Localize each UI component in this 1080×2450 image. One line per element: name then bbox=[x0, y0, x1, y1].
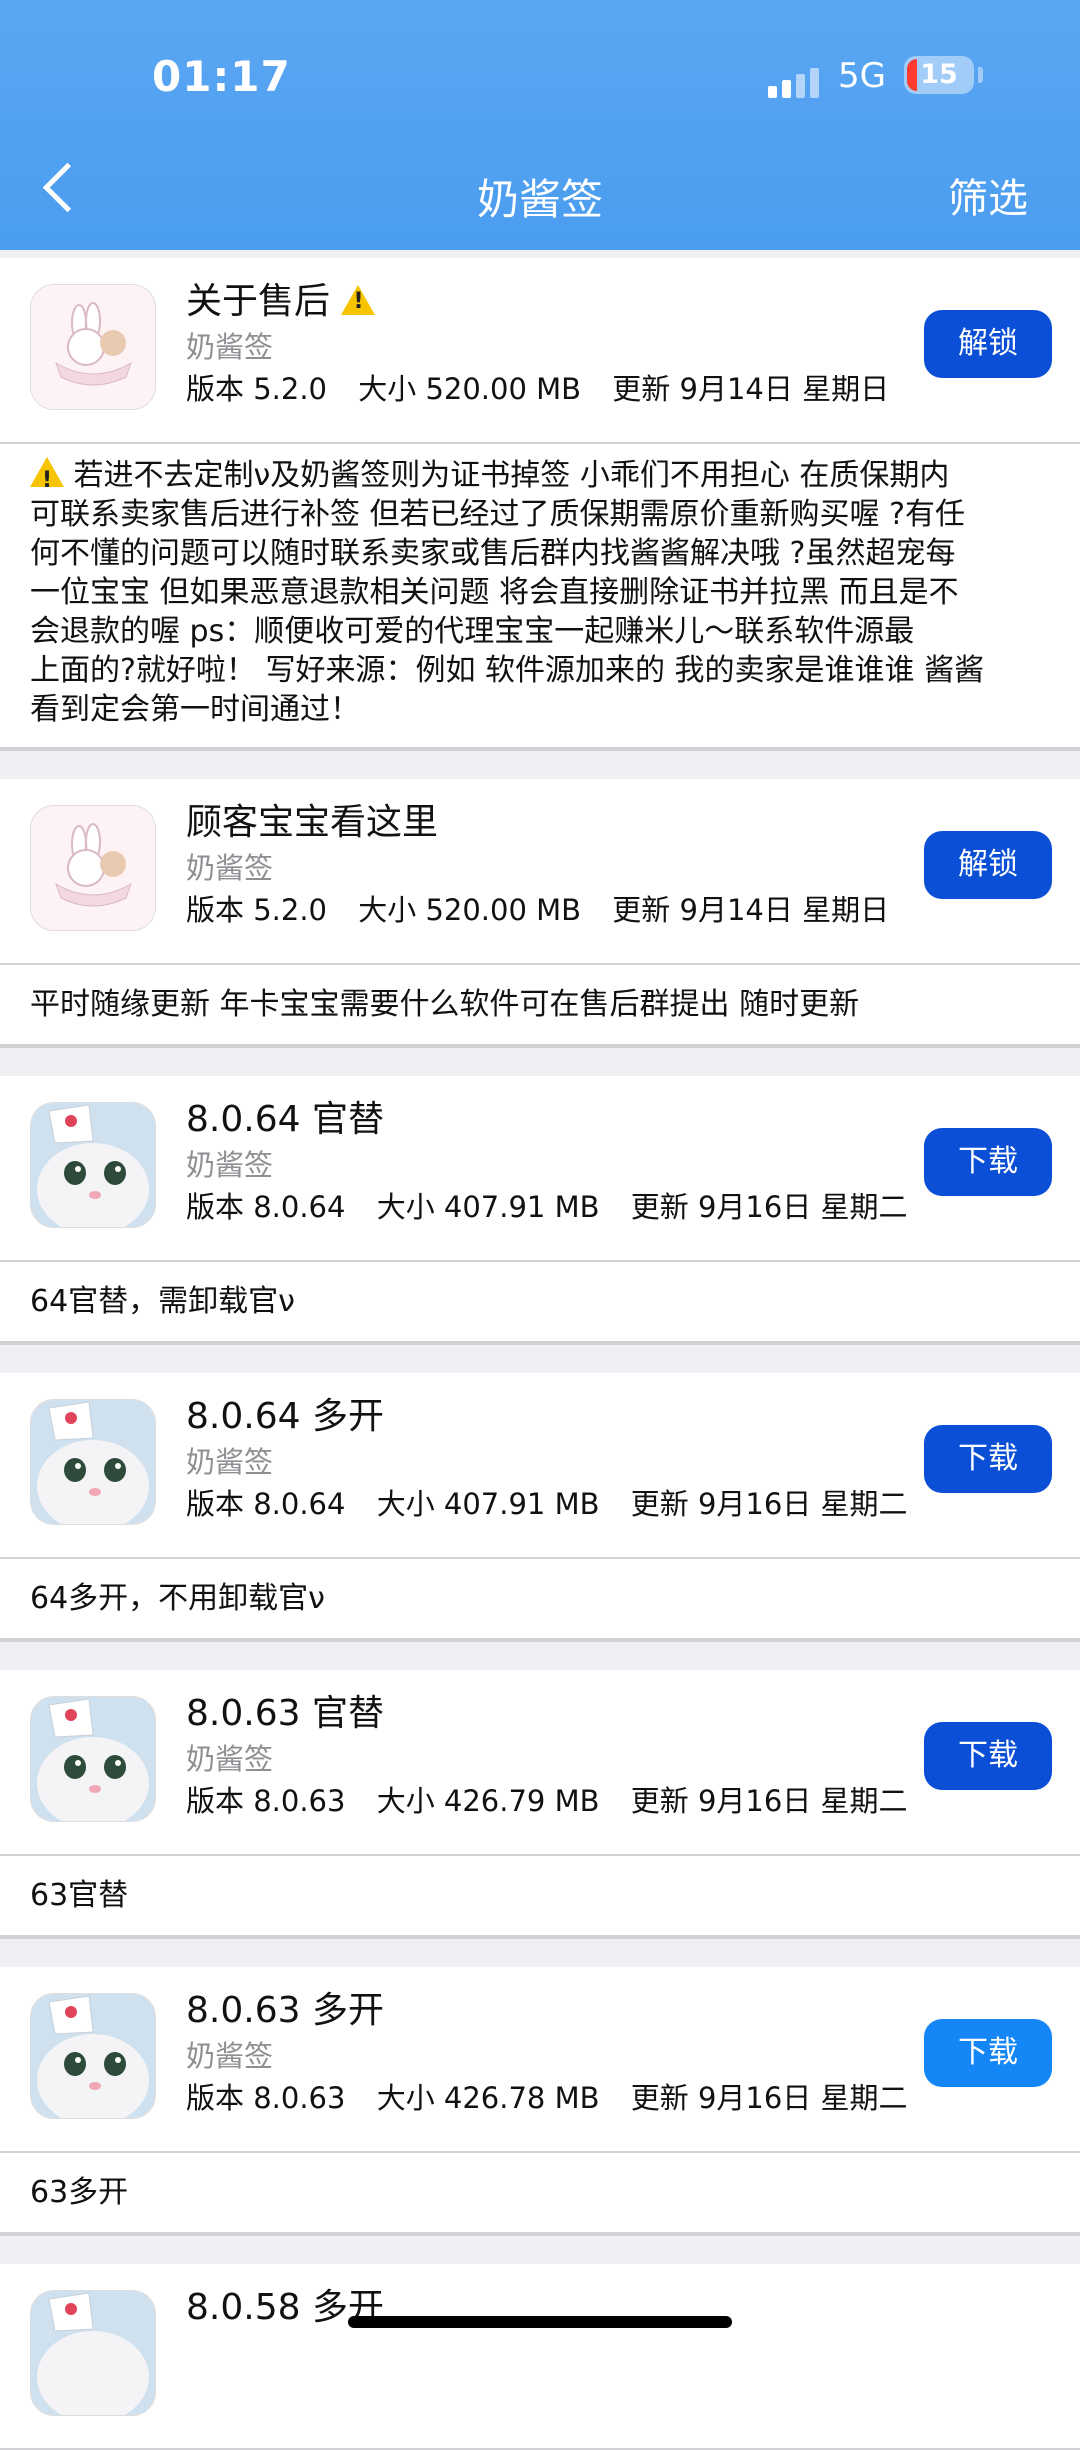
app-description: 若进不去定制ν及奶酱签则为证书掉签 小乖们不用担心 在质保期内 可联系卖家售后进… bbox=[0, 442, 1080, 747]
app-description: 64官替，需卸载官ν bbox=[0, 1260, 1080, 1341]
app-list: 关于售后 奶酱签 版本 5.2.0 大小 520.00 MB 更新 9月14日 … bbox=[0, 258, 1080, 2450]
app-version: 版本 8.0.64 bbox=[186, 1487, 346, 1521]
download-button[interactable]: 下载 bbox=[924, 1128, 1052, 1196]
description-line: 若进不去定制ν及奶酱签则为证书掉签 小乖们不用担心 在质保期内 bbox=[73, 458, 950, 493]
app-developer: 奶酱签 bbox=[186, 1742, 274, 1776]
cat-nurse-icon bbox=[30, 1993, 156, 2119]
app-name: 顾客宝宝看这里 bbox=[186, 802, 439, 843]
app-developer: 奶酱签 bbox=[186, 1445, 274, 1479]
description-line: 可联系卖家售后进行补签 但若已经过了质保期需原价重新购买喔 ?有任 bbox=[30, 497, 965, 532]
app-updated: 更新 9月16日 星期二 bbox=[630, 1784, 908, 1818]
description-line: 何不懂的问题可以随时联系卖家或售后群内找酱酱解决哦 ?虽然超宠每 bbox=[30, 536, 956, 571]
app-row[interactable]: 8.0.58 多开 bbox=[0, 2264, 1080, 2448]
app-updated: 更新 9月14日 星期日 bbox=[612, 893, 890, 927]
app-card: 8.0.63 多开 奶酱签 版本 8.0.63 大小 426.78 MB 更新 … bbox=[0, 1967, 1080, 2234]
cat-nurse-icon bbox=[30, 1696, 156, 1822]
app-card: 关于售后 奶酱签 版本 5.2.0 大小 520.00 MB 更新 9月14日 … bbox=[0, 258, 1080, 749]
description-line: 看到定会第一时间通过！ bbox=[30, 692, 360, 727]
app-size: 大小 520.00 MB bbox=[358, 893, 582, 927]
app-size: 大小 426.79 MB bbox=[376, 1784, 600, 1818]
cat-nurse-icon bbox=[30, 1102, 156, 1228]
app-meta: 版本 5.2.0 大小 520.00 MB 更新 9月14日 星期日 bbox=[186, 366, 911, 408]
cat-nurse-icon bbox=[30, 2290, 156, 2416]
app-updated: 更新 9月14日 星期日 bbox=[612, 372, 890, 406]
warning-icon bbox=[341, 285, 376, 315]
app-developer: 奶酱签 bbox=[186, 330, 274, 364]
download-button[interactable]: 下载 bbox=[924, 1425, 1052, 1493]
app-size: 大小 520.00 MB bbox=[358, 372, 582, 406]
app-name: 8.0.64 官替 bbox=[186, 1099, 384, 1140]
app-meta: 版本 8.0.64 大小 407.91 MB 更新 9月16日 星期二 bbox=[186, 1184, 930, 1226]
app-card: 8.0.58 多开 bbox=[0, 2264, 1080, 2450]
app-description: 63多开 bbox=[0, 2151, 1080, 2232]
app-version: 版本 8.0.63 bbox=[186, 2081, 346, 2115]
app-name: 8.0.63 官替 bbox=[186, 1693, 384, 1734]
app-meta: 版本 8.0.64 大小 407.91 MB 更新 9月16日 星期二 bbox=[186, 1481, 930, 1523]
app-row[interactable]: 8.0.64 多开 奶酱签 版本 8.0.64 大小 407.91 MB 更新 … bbox=[0, 1373, 1080, 1557]
description-line: 上面的?就好啦！ 写好来源：例如 软件源加来的 我的卖家是谁谁谁 酱酱 bbox=[30, 653, 985, 688]
app-updated: 更新 9月16日 星期二 bbox=[630, 1190, 908, 1224]
app-row[interactable]: 8.0.63 官替 奶酱签 版本 8.0.63 大小 426.79 MB 更新 … bbox=[0, 1670, 1080, 1854]
app-description: 64多开，不用卸载官ν bbox=[0, 1557, 1080, 1638]
download-button[interactable]: 下载 bbox=[924, 2019, 1052, 2087]
app-size: 大小 407.91 MB bbox=[376, 1487, 600, 1521]
home-indicator[interactable] bbox=[348, 2316, 732, 2328]
app-version: 版本 5.2.0 bbox=[186, 372, 328, 406]
app-meta: 版本 5.2.0 大小 520.00 MB 更新 9月14日 星期日 bbox=[186, 887, 911, 929]
app-developer: 奶酱签 bbox=[186, 1148, 274, 1182]
app-developer: 奶酱签 bbox=[186, 2039, 274, 2073]
unlock-button[interactable]: 解锁 bbox=[924, 310, 1052, 378]
app-card: 顾客宝宝看这里 奶酱签 版本 5.2.0 大小 520.00 MB 更新 9月1… bbox=[0, 779, 1080, 1046]
app-row[interactable]: 8.0.64 官替 奶酱签 版本 8.0.64 大小 407.91 MB 更新 … bbox=[0, 1076, 1080, 1260]
app-version: 版本 5.2.0 bbox=[186, 893, 328, 927]
description-line: 一位宝宝 但如果恶意退款相关问题 将会直接删除证书并拉黑 而且是不 bbox=[30, 575, 959, 610]
page-title: 奶酱签 bbox=[476, 175, 603, 224]
bunny-cartoon-icon bbox=[30, 805, 156, 931]
app-row[interactable]: 顾客宝宝看这里 奶酱签 版本 5.2.0 大小 520.00 MB 更新 9月1… bbox=[0, 779, 1080, 963]
app-card: 8.0.64 多开 奶酱签 版本 8.0.64 大小 407.91 MB 更新 … bbox=[0, 1373, 1080, 1640]
unlock-button[interactable]: 解锁 bbox=[924, 831, 1052, 899]
battery-icon: 15 bbox=[904, 56, 974, 94]
description-line: 会退款的喔 ps：顺便收可爱的代理宝宝一起赚米儿～联系软件源最 bbox=[30, 614, 915, 649]
app-name: 8.0.63 多开 bbox=[186, 1990, 384, 2031]
battery-cap bbox=[978, 67, 983, 83]
app-name: 关于售后 bbox=[186, 272, 376, 324]
warning-icon bbox=[30, 457, 64, 500]
app-card: 8.0.64 官替 奶酱签 版本 8.0.64 大小 407.91 MB 更新 … bbox=[0, 1076, 1080, 1343]
header: 01:17 5G 15 奶酱签 筛选 bbox=[0, 0, 1080, 250]
app-description: 63官替 bbox=[0, 1854, 1080, 1935]
cat-nurse-icon bbox=[30, 1399, 156, 1525]
bunny-cartoon-icon bbox=[30, 284, 156, 410]
battery-level: 15 bbox=[920, 59, 958, 90]
filter-button[interactable]: 筛选 bbox=[948, 166, 1028, 224]
app-version: 版本 8.0.64 bbox=[186, 1190, 346, 1224]
app-description: 平时随缘更新 年卡宝宝需要什么软件可在售后群提出 随时更新 bbox=[0, 963, 1080, 1044]
app-name: 8.0.64 多开 bbox=[186, 1396, 384, 1437]
app-version: 版本 8.0.63 bbox=[186, 1784, 346, 1818]
signal-icon bbox=[768, 64, 824, 98]
app-updated: 更新 9月16日 星期二 bbox=[630, 2081, 908, 2115]
app-meta: 版本 8.0.63 大小 426.78 MB 更新 9月16日 星期二 bbox=[186, 2075, 930, 2117]
network-label: 5G bbox=[838, 56, 886, 96]
download-button[interactable]: 下载 bbox=[924, 1722, 1052, 1790]
app-row[interactable]: 关于售后 奶酱签 版本 5.2.0 大小 520.00 MB 更新 9月14日 … bbox=[0, 258, 1080, 442]
app-row[interactable]: 8.0.63 多开 奶酱签 版本 8.0.63 大小 426.78 MB 更新 … bbox=[0, 1967, 1080, 2151]
app-developer: 奶酱签 bbox=[186, 851, 274, 885]
app-meta: 版本 8.0.63 大小 426.79 MB 更新 9月16日 星期二 bbox=[186, 1778, 930, 1820]
app-size: 大小 407.91 MB bbox=[376, 1190, 600, 1224]
app-size: 大小 426.78 MB bbox=[376, 2081, 600, 2115]
status-time: 01:17 bbox=[152, 52, 291, 101]
app-updated: 更新 9月16日 星期二 bbox=[630, 1487, 908, 1521]
app-card: 8.0.63 官替 奶酱签 版本 8.0.63 大小 426.79 MB 更新 … bbox=[0, 1670, 1080, 1937]
